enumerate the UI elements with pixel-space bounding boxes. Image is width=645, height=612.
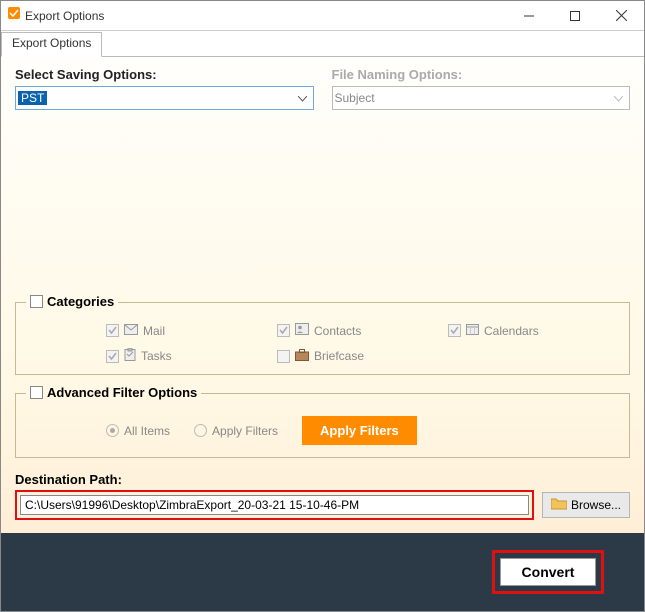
tab-export-options[interactable]: Export Options	[1, 32, 102, 57]
category-mail: Mail	[106, 323, 277, 338]
tasks-label: Tasks	[141, 349, 172, 363]
mail-icon	[124, 324, 138, 338]
apply-filters-option[interactable]: Apply Filters	[194, 424, 278, 438]
saving-options-label: Select Saving Options:	[15, 67, 314, 82]
mail-checkbox[interactable]	[106, 324, 119, 337]
contacts-checkbox[interactable]	[277, 324, 290, 337]
contacts-icon	[295, 323, 309, 338]
category-contacts: Contacts	[277, 323, 448, 338]
apply-filters-radio-label: Apply Filters	[212, 424, 278, 438]
advanced-legend: Advanced Filter Options	[47, 385, 197, 400]
window-title: Export Options	[25, 9, 506, 23]
maximize-button[interactable]	[552, 1, 598, 30]
category-calendars: Calendars	[448, 323, 619, 338]
advanced-filter-group: Advanced Filter Options All Items Apply …	[15, 385, 630, 458]
app-icon	[1, 6, 25, 25]
radio-icon	[106, 424, 119, 437]
convert-highlight: Convert	[492, 550, 604, 594]
file-naming-select[interactable]: Subject	[332, 86, 631, 110]
tasks-icon	[124, 348, 136, 364]
mail-label: Mail	[143, 324, 165, 338]
radio-icon	[194, 424, 207, 437]
chevron-down-icon	[298, 89, 307, 107]
calendars-checkbox[interactable]	[448, 324, 461, 337]
contacts-label: Contacts	[314, 324, 361, 338]
briefcase-icon	[295, 349, 309, 364]
calendar-icon	[466, 323, 479, 338]
folder-icon	[551, 497, 567, 513]
all-items-option[interactable]: All Items	[106, 424, 170, 438]
tasks-checkbox[interactable]	[106, 350, 119, 363]
saving-options-value: PST	[18, 91, 47, 105]
footer: Convert	[1, 533, 644, 611]
tab-bar: Export Options	[1, 31, 644, 57]
saving-options-select[interactable]: PST	[15, 86, 314, 110]
titlebar: Export Options	[1, 1, 644, 31]
file-naming-label: File Naming Options:	[332, 67, 631, 82]
calendars-label: Calendars	[484, 324, 539, 338]
apply-filters-button[interactable]: Apply Filters	[302, 416, 417, 445]
advanced-checkbox[interactable]	[30, 386, 43, 399]
category-briefcase: Briefcase	[277, 348, 448, 364]
browse-button[interactable]: Browse...	[542, 492, 630, 518]
all-items-label: All Items	[124, 424, 170, 438]
category-tasks: Tasks	[106, 348, 277, 364]
destination-input[interactable]	[20, 495, 529, 515]
file-naming-value: Subject	[335, 91, 375, 105]
briefcase-label: Briefcase	[314, 349, 364, 363]
categories-group: Categories Mail Contacts Calendars	[15, 294, 630, 375]
categories-checkbox[interactable]	[30, 295, 43, 308]
convert-button[interactable]: Convert	[500, 558, 596, 586]
browse-label: Browse...	[571, 498, 621, 512]
content-area: Select Saving Options: PST File Naming O…	[1, 57, 644, 533]
close-button[interactable]	[598, 1, 644, 30]
categories-legend: Categories	[47, 294, 114, 309]
briefcase-checkbox[interactable]	[277, 350, 290, 363]
minimize-button[interactable]	[506, 1, 552, 30]
destination-label: Destination Path:	[15, 472, 630, 487]
chevron-down-icon	[614, 89, 623, 107]
destination-highlight	[15, 490, 534, 520]
